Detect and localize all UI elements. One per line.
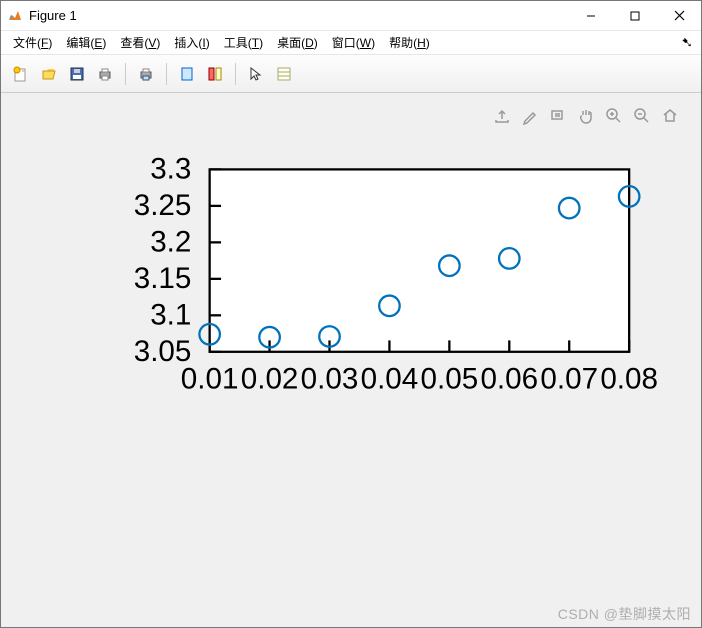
y-tick-label: 3.1 xyxy=(150,298,191,331)
colorbar-button[interactable] xyxy=(203,62,227,86)
matlab-icon xyxy=(7,8,23,24)
y-tick-label: 3.2 xyxy=(150,225,191,258)
scatter-chart[interactable]: 0.010.020.030.040.050.060.070.083.053.13… xyxy=(9,101,693,443)
zoom-in-icon[interactable] xyxy=(603,105,625,127)
menu-insert[interactable]: 插入(I) xyxy=(174,34,209,51)
menu-desktop[interactable]: 桌面(D) xyxy=(277,34,318,51)
x-tick-label: 0.05 xyxy=(421,362,479,395)
pan-icon[interactable] xyxy=(575,105,597,127)
menu-edit[interactable]: 编辑(E) xyxy=(66,34,106,51)
open-button[interactable] xyxy=(37,62,61,86)
x-tick-label: 0.02 xyxy=(241,362,299,395)
print-preview-button[interactable] xyxy=(134,62,158,86)
x-tick-label: 0.03 xyxy=(301,362,359,395)
minimize-button[interactable] xyxy=(569,1,613,31)
figure-toolbar xyxy=(1,55,701,93)
window-title: Figure 1 xyxy=(29,8,569,23)
y-tick-label: 3.15 xyxy=(134,262,192,295)
figure-canvas: 0.010.020.030.040.050.060.070.083.053.13… xyxy=(1,93,701,627)
maximize-button[interactable] xyxy=(613,1,657,31)
menu-window[interactable]: 窗口(W) xyxy=(332,34,375,51)
x-tick-label: 0.07 xyxy=(540,362,598,395)
menu-bar: 文件(F) 编辑(E) 查看(V) 插入(I) 工具(T) 桌面(D) 窗口(W… xyxy=(1,31,701,55)
x-tick-label: 0.08 xyxy=(600,362,658,395)
title-bar: Figure 1 xyxy=(1,1,701,31)
y-tick-label: 3.05 xyxy=(134,335,192,368)
watermark: CSDN @垫脚摸太阳 xyxy=(558,604,691,624)
menu-file[interactable]: 文件(F) xyxy=(13,34,52,51)
link-button[interactable] xyxy=(175,62,199,86)
axes-toolbar xyxy=(491,105,681,127)
home-icon[interactable] xyxy=(659,105,681,127)
menu-view[interactable]: 查看(V) xyxy=(120,34,160,51)
x-tick-label: 0.06 xyxy=(480,362,538,395)
data-cursor-button[interactable] xyxy=(272,62,296,86)
close-button[interactable] xyxy=(657,1,701,31)
axes-box xyxy=(210,169,630,351)
new-figure-button[interactable] xyxy=(9,62,33,86)
y-tick-label: 3.3 xyxy=(150,153,191,186)
menu-tools[interactable]: 工具(T) xyxy=(224,34,263,51)
zoom-out-icon[interactable] xyxy=(631,105,653,127)
data-tips-icon[interactable] xyxy=(547,105,569,127)
y-tick-label: 3.25 xyxy=(134,189,192,222)
brush-icon[interactable] xyxy=(519,105,541,127)
print-button[interactable] xyxy=(93,62,117,86)
dock-arrow-icon[interactable]: ➷ xyxy=(681,34,699,51)
x-tick-label: 0.04 xyxy=(361,362,419,395)
pointer-button[interactable] xyxy=(244,62,268,86)
save-button[interactable] xyxy=(65,62,89,86)
menu-help[interactable]: 帮助(H) xyxy=(389,34,430,51)
export-icon[interactable] xyxy=(491,105,513,127)
